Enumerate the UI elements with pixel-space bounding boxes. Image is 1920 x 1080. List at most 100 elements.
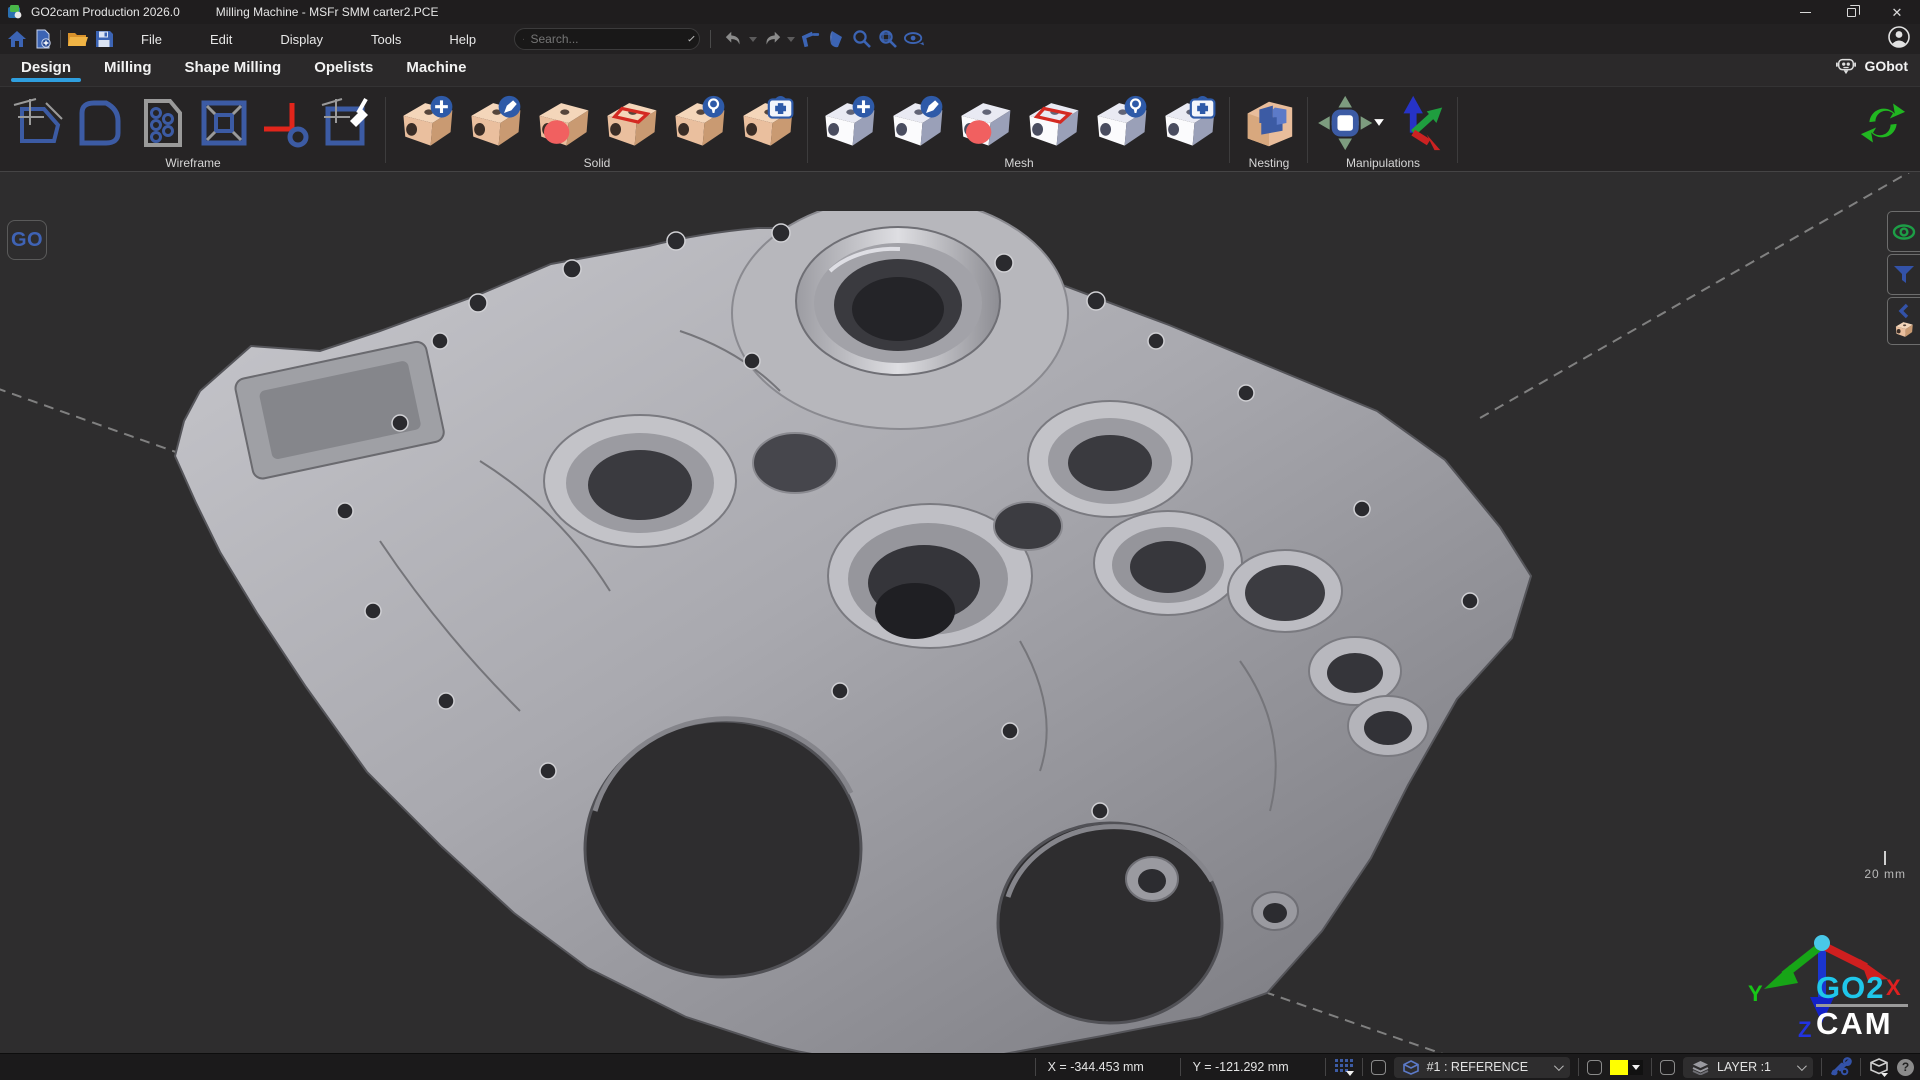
divider <box>60 30 61 48</box>
divider <box>1821 1058 1822 1076</box>
solid-analyze-icon <box>668 94 730 152</box>
mesh-face-icon <box>954 94 1016 152</box>
tab-design[interactable]: Design <box>9 54 83 86</box>
clean-geometry-button[interactable] <box>320 95 376 151</box>
redo-dropdown-icon[interactable] <box>787 37 795 42</box>
point-geometry-button[interactable] <box>10 95 66 151</box>
restore-button[interactable] <box>1828 0 1874 24</box>
move-transform-button[interactable] <box>1318 94 1384 152</box>
grid-snap-button[interactable] <box>1334 1058 1354 1076</box>
divider <box>1578 1058 1579 1076</box>
point-cloud-icon <box>134 95 190 151</box>
menu-file[interactable]: File <box>117 24 186 54</box>
reference-checkbox[interactable] <box>1371 1060 1386 1075</box>
search-icon <box>523 33 524 46</box>
magnifier-icon <box>852 29 872 49</box>
solid-create-button[interactable] <box>396 94 458 152</box>
view-refresh-button[interactable] <box>901 27 927 51</box>
color-picker[interactable] <box>1610 1060 1643 1075</box>
solid-pocket-icon <box>600 94 662 152</box>
menu-edit[interactable]: Edit <box>186 24 256 54</box>
mesh-analyze-button[interactable] <box>1090 94 1152 152</box>
gobot-label: GObot <box>1864 58 1908 74</box>
mesh-repair-button[interactable] <box>1158 94 1220 152</box>
visibility-button[interactable] <box>1887 211 1920 252</box>
tab-shape-milling[interactable]: Shape Milling <box>173 54 294 86</box>
minimize-button[interactable] <box>1782 0 1828 24</box>
solid-create-icon <box>396 94 458 152</box>
reference-cube-icon <box>1403 1060 1419 1075</box>
account-button[interactable] <box>1888 26 1910 53</box>
reference-dropdown[interactable]: #1 : REFERENCE <box>1394 1057 1570 1078</box>
search-input[interactable] <box>530 32 685 46</box>
undo-dropdown-icon[interactable] <box>749 37 757 42</box>
chevron-left-icon <box>1896 303 1912 319</box>
redo-icon <box>761 29 783 49</box>
settings-tools-button[interactable] <box>1830 1057 1852 1077</box>
layer-dropdown[interactable]: LAYER :1 <box>1683 1057 1813 1078</box>
mesh-edit-button[interactable] <box>886 94 948 152</box>
gobot-button[interactable]: GObot <box>1835 56 1908 76</box>
menu-tools[interactable]: Tools <box>347 24 425 54</box>
group-label-mesh: Mesh <box>1004 156 1033 170</box>
help-label: ? <box>1902 1060 1909 1074</box>
tab-opelists[interactable]: Opelists <box>302 54 385 86</box>
fillet-corner-button[interactable] <box>258 95 314 151</box>
mesh-create-button[interactable] <box>818 94 880 152</box>
search-dropdown-icon[interactable] <box>689 35 695 41</box>
solid-face-icon <box>532 94 594 152</box>
redo-button[interactable] <box>759 27 785 51</box>
current-color-swatch <box>1610 1060 1628 1075</box>
solid-repair-button[interactable] <box>736 94 798 152</box>
mesh-face-button[interactable] <box>954 94 1016 152</box>
view-cube-button[interactable] <box>1869 1058 1889 1077</box>
nesting-button[interactable] <box>1240 94 1298 152</box>
color-dropdown[interactable] <box>1628 1060 1643 1075</box>
layer-checkbox[interactable] <box>1660 1060 1675 1075</box>
divider <box>1860 1058 1861 1076</box>
minimize-icon <box>1800 12 1811 13</box>
solid-panel-toggle-button[interactable] <box>1887 297 1920 345</box>
menu-help[interactable]: Help <box>425 24 500 54</box>
viewport-3d[interactable]: GO 20 mm <box>0 173 1920 1053</box>
menu-display[interactable]: Display <box>256 24 347 54</box>
contour-button[interactable] <box>72 95 128 151</box>
search-box[interactable] <box>514 28 700 50</box>
tab-machine[interactable]: Machine <box>394 54 478 86</box>
ribbon-group-nesting: Nesting <box>1230 87 1308 173</box>
solid-edit-button[interactable] <box>464 94 526 152</box>
color-checkbox[interactable] <box>1587 1060 1602 1075</box>
axis-system-button[interactable] <box>1390 94 1448 152</box>
frame-button[interactable] <box>196 95 252 151</box>
tab-milling[interactable]: Milling <box>92 54 164 86</box>
3d-model-carter[interactable] <box>140 211 1540 1053</box>
point-geometry-icon <box>10 95 66 151</box>
zoom-window-button[interactable] <box>875 27 901 51</box>
grid-icon <box>1334 1058 1354 1076</box>
solid-pocket-button[interactable] <box>600 94 662 152</box>
gobot-launcher-button[interactable]: GO <box>7 220 47 260</box>
measure-button[interactable] <box>797 27 823 51</box>
menu-bar: File Edit Display Tools Help <box>0 24 1920 54</box>
module-tabs: Design Milling Shape Milling Opelists Ma… <box>0 54 1920 86</box>
save-button[interactable] <box>91 27 117 51</box>
point-cloud-document-button[interactable] <box>134 95 190 151</box>
filter-button[interactable] <box>1887 254 1920 295</box>
help-button[interactable]: ? <box>1897 1059 1914 1076</box>
solid-face-button[interactable] <box>532 94 594 152</box>
title-bar[interactable]: GO2cam Production 2026.0 Milling Machine… <box>0 0 1920 24</box>
open-file-button[interactable] <box>65 27 91 51</box>
regenerate-button[interactable] <box>1856 96 1910 155</box>
group-label-wireframe: Wireframe <box>165 156 220 170</box>
new-document-button[interactable] <box>30 27 56 51</box>
divider <box>1180 1058 1181 1076</box>
zoom-button[interactable] <box>849 27 875 51</box>
home-button[interactable] <box>4 27 30 51</box>
sync-arrows-icon <box>1856 96 1910 150</box>
undo-button[interactable] <box>721 27 747 51</box>
mesh-pocket-button[interactable] <box>1022 94 1084 152</box>
solid-analyze-button[interactable] <box>668 94 730 152</box>
close-button[interactable]: ✕ <box>1874 0 1920 24</box>
status-bar: X = -344.453 mm Y = -121.292 mm #1 : REF… <box>0 1053 1920 1080</box>
eraser-button[interactable] <box>823 27 849 51</box>
